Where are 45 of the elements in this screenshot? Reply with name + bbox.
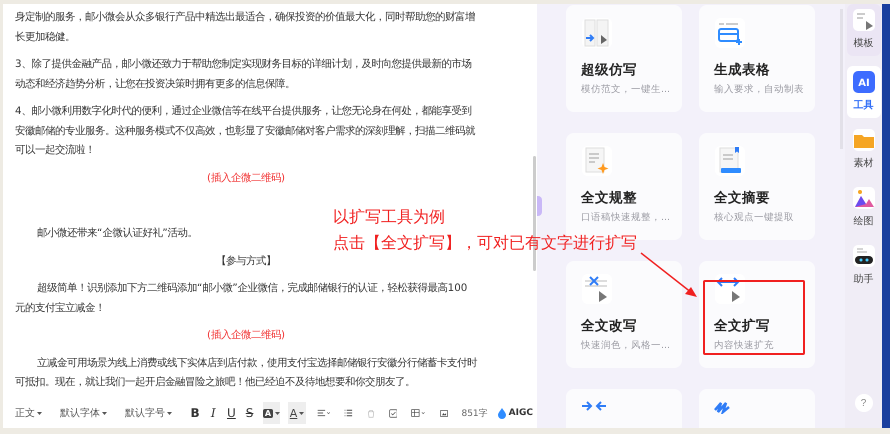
tool-description: 快速润色，风格一... bbox=[581, 339, 672, 352]
tool-description: 内容快速扩充 bbox=[714, 339, 775, 352]
help-button[interactable]: ? bbox=[854, 394, 872, 412]
tool-title: 全文规整 bbox=[581, 189, 638, 207]
tool-title: 全文改写 bbox=[581, 317, 638, 335]
highlight-button[interactable]: A bbox=[262, 402, 280, 424]
tool-card[interactable]: 全文改写 快速润色，风格一... bbox=[566, 261, 682, 368]
tool-card[interactable]: 生成表格 输入要求，自动制表 bbox=[699, 5, 815, 112]
tool-title: 全文摘要 bbox=[714, 189, 771, 207]
sidebar-tab[interactable]: 模板 bbox=[846, 4, 880, 56]
paragraph: 4、邮小微利用数字化时代的便利，通过企业微信等在线平台提供服务，让您无论身在何处，都能享受到安徽邮储的专业服务。这种服务模式不仅高效，也彰显了安徽邮储对客户需求的深刻理解，扫描二维码就可以一起交流啦！ bbox=[15, 104, 476, 158]
annotation-text: 以扩写工具为例 bbox=[333, 206, 445, 228]
paragraph: (插入企微二维码) bbox=[206, 328, 286, 343]
tool-title: 生成表格 bbox=[714, 61, 771, 79]
paragraph: 邮小微还带来“企微认证好礼”活动。 bbox=[36, 226, 198, 241]
paragraph: 3、除了提供金融产品，邮小微还致力于帮助您制定实现财务目标的详细计划，及时向您提供最新的市场动态和经济趋势分析，让您在投资决策时拥有更多的信息保障。 bbox=[15, 57, 473, 92]
paragraph: (插入企微二维码) bbox=[206, 170, 286, 186]
font-color-button[interactable]: A bbox=[288, 402, 306, 424]
tool-description: 核心观点一键提取 bbox=[714, 211, 795, 224]
paragraph: 身定制的服务，邮小微会从众多银行产品中精选出最适合，确保投资的价值最大化，同时帮助您的财富增长更加稳健。 bbox=[15, 10, 476, 44]
format-button[interactable]: B bbox=[186, 403, 204, 423]
paragraph: 超级简单！识别添加下方二维码添加“邮小微”企业微信，完成邮储银行的认证，轻松获得最高100元的支付宝立减金！ bbox=[15, 281, 468, 316]
tool-card[interactable]: 全文扩写 内容快速扩充 bbox=[699, 261, 815, 368]
sidebar-tab[interactable]: 绘图 bbox=[846, 182, 880, 234]
word-count: 851字 bbox=[461, 408, 488, 420]
format-button[interactable]: S bbox=[240, 403, 259, 423]
sidebar-tab[interactable]: AI 工具 bbox=[846, 66, 880, 118]
sidebar-tab[interactable]: 助手 bbox=[846, 240, 880, 292]
tab-icon: AI bbox=[852, 70, 876, 94]
dropdown-button[interactable]: 默认字号 bbox=[121, 403, 176, 423]
format-button[interactable]: I bbox=[204, 403, 222, 423]
tool-description: 输入要求，自动制表 bbox=[714, 83, 805, 96]
tool-title: 超级仿写 bbox=[581, 61, 638, 79]
aigc-button[interactable]: AIGC bbox=[494, 404, 537, 422]
tool-description: 口语稿快速规整，... bbox=[581, 211, 672, 224]
tool-card[interactable]: 全文摘要 核心观点一键提取 bbox=[699, 133, 815, 240]
sidebar-tab[interactable]: 素材 bbox=[846, 124, 880, 176]
tool-title: 全文扩写 bbox=[714, 317, 771, 335]
dropdown-button[interactable]: 正文 bbox=[11, 403, 46, 423]
tool-card[interactable]: 超级仿写 模仿范文，一键生... bbox=[566, 5, 682, 112]
dropdown-button[interactable]: 默认字体 bbox=[56, 403, 111, 423]
format-button[interactable]: U bbox=[222, 403, 240, 423]
tool-description: 模仿范文，一键生... bbox=[581, 83, 672, 96]
paragraph: 【参与方式】 bbox=[216, 254, 276, 268]
paragraph: 立减金可用场景为线上消费或线下实体店到店付款，使用支付宝选择邮储银行安徽分行储蓄卡支付时可抵扣。现在，就让我们一起开启金融冒险之旅吧！他已经迫不及待地想要和你交朋友了。 bbox=[15, 356, 477, 390]
